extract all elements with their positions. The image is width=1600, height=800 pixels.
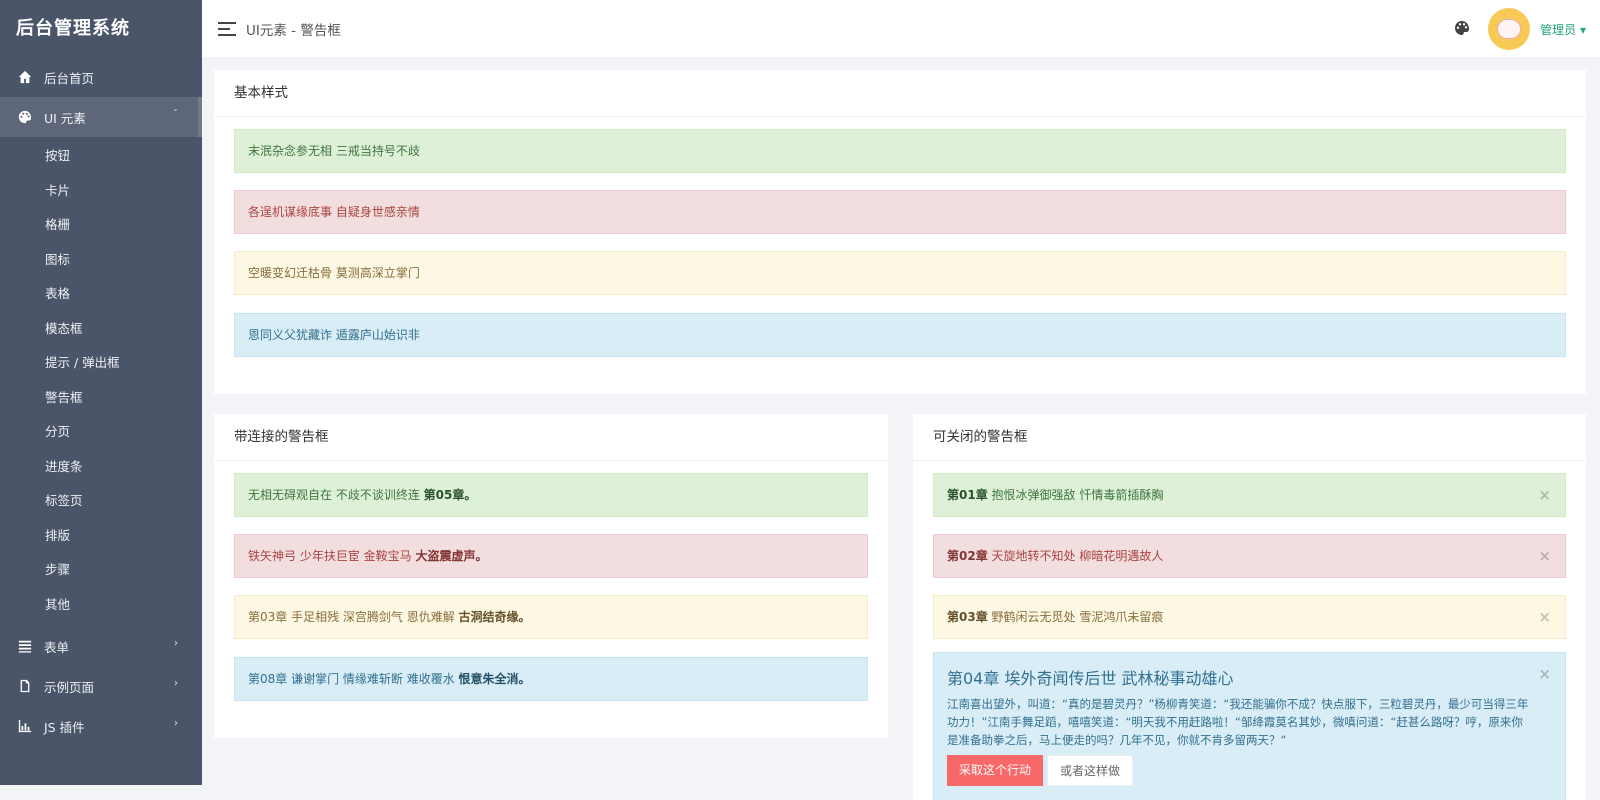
alert-text: 野鹤闲云无觅处 雪泥鸿爪未留痕 xyxy=(987,610,1164,624)
alert-info: 恩同义父犹藏诈 遁露庐山始识非 xyxy=(234,313,1566,357)
file-icon xyxy=(18,679,32,693)
alert-text: 铁矢神弓 少年扶巨宦 金鞍宝马 xyxy=(248,549,416,563)
sub-item-cards[interactable]: 卡片 xyxy=(0,174,202,209)
nav-ui-label: UI 元素 xyxy=(44,110,86,126)
alternative-button[interactable]: 或者这样做 xyxy=(1047,755,1134,786)
alert-chapter: 第02章 xyxy=(947,549,988,563)
chevron-right-icon: › xyxy=(174,718,178,729)
alert-info-link: 第08章 谦谢掌门 情缘难斩断 难收覆水 恨意朱全消。 xyxy=(234,657,868,701)
card-title: 基本样式 xyxy=(214,70,1586,117)
sub-item-tabs[interactable]: 标签页 xyxy=(0,484,202,519)
nav-home-label: 后台首页 xyxy=(44,70,95,86)
avatar-image xyxy=(1497,19,1521,39)
sub-item-icons[interactable]: 图标 xyxy=(0,243,202,278)
sub-item-tables[interactable]: 表格 xyxy=(0,277,202,312)
alert-chapter: 第01章 xyxy=(947,488,988,502)
alert-danger-closable: 第02章 天旋地转不知处 柳暗花明遇故人 × xyxy=(933,534,1566,578)
sub-item-steps[interactable]: 步骤 xyxy=(0,553,202,588)
sub-item-other[interactable]: 其他 xyxy=(0,588,202,623)
alert-danger: 各逞机谋缘底事 自疑身世感亲情 xyxy=(234,190,1566,234)
ui-submenu: 按钮 卡片 格栅 图标 表格 模态框 提示 / 弹出框 警告框 分页 进度条 标… xyxy=(0,137,202,626)
alert-link[interactable]: 恨意朱全消。 xyxy=(459,672,531,686)
close-icon[interactable]: × xyxy=(1538,474,1551,516)
nav-js-plugins[interactable]: JS 插件 › xyxy=(0,706,202,746)
close-icon[interactable]: × xyxy=(1538,665,1551,683)
alert-text: 抱恨冰弹御强敌 忏情毒箭插酥胸 xyxy=(987,488,1164,502)
nav-forms-label: 表单 xyxy=(44,639,70,655)
sub-item-pagination[interactable]: 分页 xyxy=(0,415,202,450)
alert-link[interactable]: 第05章。 xyxy=(424,488,477,502)
sub-item-buttons[interactable]: 按钮 xyxy=(0,139,202,174)
chevron-right-icon: › xyxy=(174,678,178,689)
card-title: 可关闭的警告框 xyxy=(913,414,1586,461)
chevron-right-icon: › xyxy=(174,638,178,649)
alert-text: 天旋地转不知处 柳暗花明遇故人 xyxy=(987,549,1164,563)
nav-examples[interactable]: 示例页面 › xyxy=(0,666,202,706)
sub-item-alerts[interactable]: 警告框 xyxy=(0,381,202,416)
alert-info-rich: × 第04章 埃外奇闻传后世 武林秘事动雄心 江南喜出望外，叫道：“真的是碧灵丹… xyxy=(933,652,1566,800)
alert-heading: 第04章 埃外奇闻传后世 武林秘事动雄心 xyxy=(947,669,1234,688)
alert-link[interactable]: 大盗震虚声。 xyxy=(415,549,487,563)
nav-examples-label: 示例页面 xyxy=(44,679,95,695)
chevron-down-icon: ˇ xyxy=(173,109,178,120)
take-action-button[interactable]: 采取这个行动 xyxy=(947,755,1044,786)
close-icon[interactable]: × xyxy=(1538,535,1551,577)
chart-icon xyxy=(18,719,32,733)
card-title: 带连接的警告框 xyxy=(214,414,888,461)
alert-success-link: 无相无碍观自在 不歧不谈训终连 第05章。 xyxy=(234,473,868,517)
palette-icon xyxy=(18,110,32,124)
list-icon xyxy=(18,639,32,653)
alert-text: 第08章 谦谢掌门 情缘难斩断 难收覆水 xyxy=(248,672,459,686)
alert-success-closable: 第01章 抱恨冰弹御强敌 忏情毒箭插酥胸 × xyxy=(933,473,1566,517)
alert-success: 末泯杂念参无相 三戒当持号不歧 xyxy=(234,129,1566,173)
nav-ui-elements[interactable]: UI 元素 ˇ xyxy=(0,97,202,137)
sub-item-modals[interactable]: 模态框 xyxy=(0,312,202,347)
nav-forms[interactable]: 表单 › xyxy=(0,626,202,666)
sub-item-tooltips[interactable]: 提示 / 弹出框 xyxy=(0,346,202,381)
sub-item-grid[interactable]: 格栅 xyxy=(0,208,202,243)
alert-body: 江南喜出望外，叫道：“真的是碧灵丹？”杨柳青笑道：“我还能骗你不成？快点服下，三… xyxy=(947,697,1529,747)
top-header: UI元素 - 警告框 管理员 ▾ xyxy=(202,0,1600,57)
alert-chapter: 第03章 xyxy=(947,610,988,624)
page-title: UI元素 - 警告框 xyxy=(246,22,341,39)
theme-palette-icon[interactable] xyxy=(1454,20,1470,36)
alert-warning: 空暖变幻迁枯骨 莫测高深立掌门 xyxy=(234,251,1566,295)
alert-warning-closable: 第03章 野鹤闲云无觅处 雪泥鸿爪未留痕 × xyxy=(933,595,1566,639)
user-menu[interactable]: 管理员 ▾ xyxy=(1540,21,1586,38)
alert-text: 第03章 手足相残 深宫腾剑气 恩仇难解 xyxy=(248,610,459,624)
sub-item-progress[interactable]: 进度条 xyxy=(0,450,202,485)
closable-alerts-card: 可关闭的警告框 第01章 抱恨冰弹御强敌 忏情毒箭插酥胸 × 第02章 天旋地转… xyxy=(913,414,1586,800)
basic-alerts-card: 基本样式 末泯杂念参无相 三戒当持号不歧 各逞机谋缘底事 自疑身世感亲情 空暖变… xyxy=(214,70,1586,394)
avatar[interactable] xyxy=(1488,8,1530,50)
nav-home[interactable]: 后台首页 xyxy=(0,57,202,97)
alert-text: 无相无碍观自在 不歧不谈训终连 xyxy=(248,488,424,502)
alert-actions: 采取这个行动 或者这样做 xyxy=(947,755,1552,786)
alert-warning-link: 第03章 手足相残 深宫腾剑气 恩仇难解 古洞结奇缘。 xyxy=(234,595,868,639)
home-icon xyxy=(18,70,32,84)
alert-link[interactable]: 古洞结奇缘。 xyxy=(459,610,531,624)
sub-item-typography[interactable]: 排版 xyxy=(0,519,202,554)
alert-danger-link: 铁矢神弓 少年扶巨宦 金鞍宝马 大盗震虚声。 xyxy=(234,534,868,578)
brand-title: 后台管理系统 xyxy=(16,18,130,39)
close-icon[interactable]: × xyxy=(1538,596,1551,638)
hamburger-menu-icon[interactable] xyxy=(218,21,236,36)
nav-js-label: JS 插件 xyxy=(44,719,85,735)
sidebar: 后台管理系统 后台首页 UI 元素 ˇ 按钮 卡片 格栅 图标 表格 模态框 提… xyxy=(0,0,202,785)
linked-alerts-card: 带连接的警告框 无相无碍观自在 不歧不谈训终连 第05章。 铁矢神弓 少年扶巨宦… xyxy=(214,414,888,738)
